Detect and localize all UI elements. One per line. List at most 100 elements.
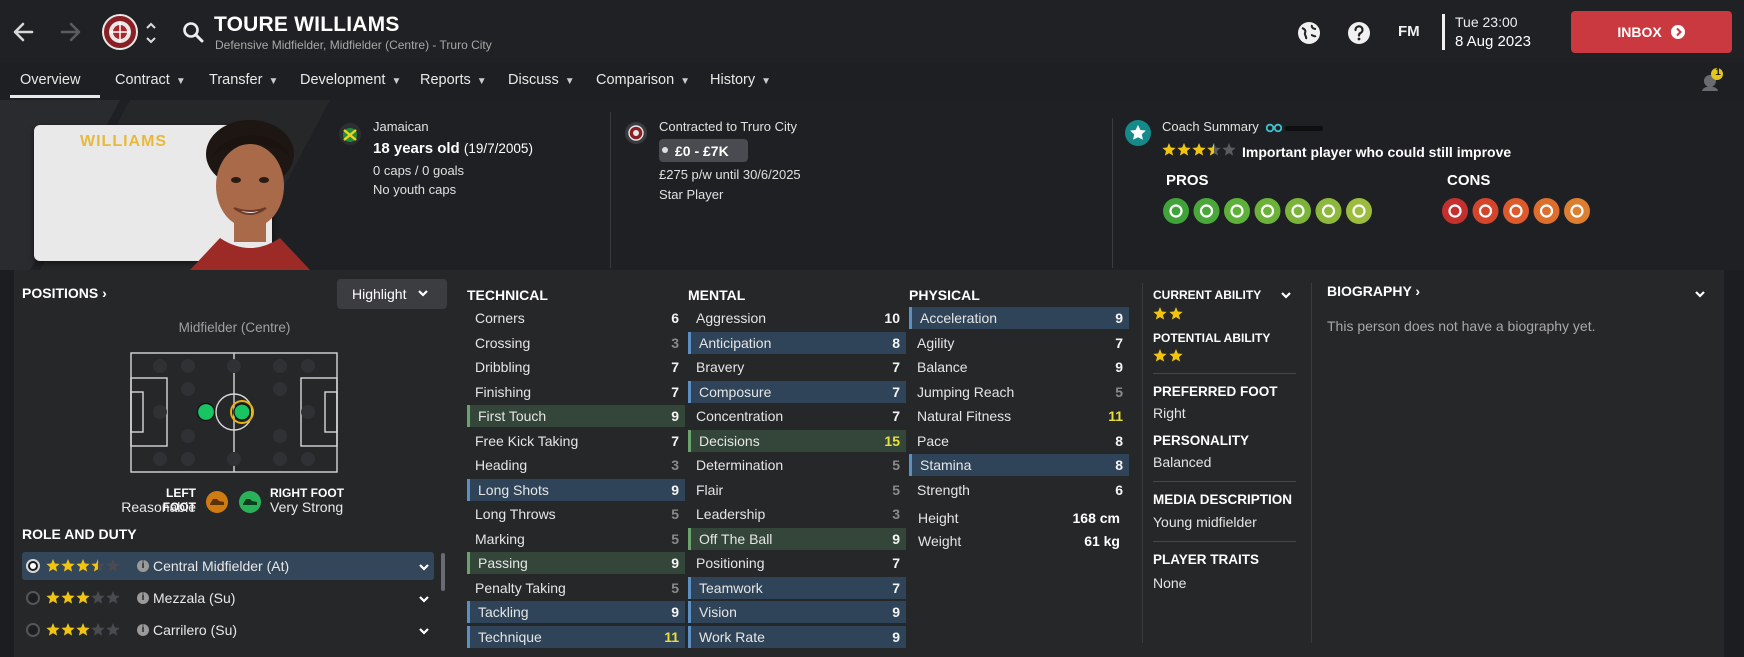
radio-unselected[interactable]: [26, 623, 40, 637]
attribute-row[interactable]: Decisions 15: [688, 429, 906, 452]
tab-label: Reports: [420, 72, 471, 88]
attribute-row[interactable]: Work Rate 9: [688, 625, 906, 648]
attribute-row[interactable]: Flair 5: [688, 479, 906, 501]
chevron-down-icon: ▼: [175, 76, 186, 87]
attribute-value: 7: [1115, 334, 1123, 351]
attribute-row[interactable]: Finishing 7: [467, 381, 685, 403]
scrollbar[interactable]: [441, 553, 445, 591]
chevron-down-icon[interactable]: [418, 561, 430, 573]
attribute-row[interactable]: Penalty Taking 5: [467, 577, 685, 599]
pros-label: PROS: [1166, 172, 1209, 189]
attribute-row[interactable]: Balance 9: [909, 356, 1129, 378]
attribute-row[interactable]: Teamwork 7: [688, 576, 906, 599]
back-arrow-icon[interactable]: [10, 18, 38, 46]
attribute-row[interactable]: Determination 5: [688, 454, 906, 476]
chevron-right-icon: ›: [98, 285, 107, 301]
attribute-row[interactable]: Vision 9: [688, 601, 906, 623]
attribute-row[interactable]: Passing 9: [467, 552, 685, 574]
positions-title[interactable]: POSITIONS ›: [22, 285, 107, 301]
attribute-row[interactable]: Heading 3: [467, 454, 685, 476]
search-icon[interactable]: [182, 21, 204, 43]
role-row[interactable]: i Carrilero (Su): [22, 616, 434, 644]
inbox-button[interactable]: INBOX: [1571, 11, 1732, 53]
attribute-row[interactable]: Pace 8: [909, 430, 1129, 452]
attribute-row[interactable]: Long Shots 9: [467, 478, 685, 501]
tab-history[interactable]: History ▼: [710, 72, 771, 88]
attribute-row[interactable]: Natural Fitness 11: [909, 405, 1129, 427]
chevron-down-icon[interactable]: [418, 593, 430, 605]
club-crest-icon[interactable]: [102, 14, 138, 50]
attribute-value: 5: [671, 506, 679, 522]
tab-development[interactable]: Development ▼: [300, 72, 401, 88]
chevron-down-icon[interactable]: [418, 625, 430, 637]
divider: [1153, 481, 1296, 482]
attribute-row[interactable]: Aggression 10: [688, 307, 906, 329]
physical-title: PHYSICAL: [909, 287, 980, 303]
attribute-value: 3: [671, 457, 679, 473]
height-value: 168 cm: [1072, 510, 1120, 526]
radio-selected[interactable]: [26, 559, 40, 573]
contract-club: Contracted to Truro City: [659, 119, 797, 134]
attribute-row[interactable]: Anticipation 8: [688, 331, 906, 354]
attribute-row[interactable]: Acceleration 9: [909, 307, 1129, 329]
attribute-row[interactable]: Stamina 8: [909, 454, 1129, 476]
attribute-row[interactable]: Technique 11: [467, 625, 685, 648]
attribute-row[interactable]: Crossing 3: [467, 332, 685, 354]
attribute-row[interactable]: First Touch 9: [467, 405, 685, 427]
attribute-row[interactable]: Tackling 9: [467, 601, 685, 623]
info-icon[interactable]: i: [137, 560, 149, 572]
forward-arrow-icon[interactable]: [56, 18, 84, 46]
attribute-row[interactable]: Long Throws 5: [467, 503, 685, 525]
tab-transfer[interactable]: Transfer ▼: [209, 72, 278, 88]
attribute-row[interactable]: Corners 6: [467, 307, 685, 329]
attribute-row[interactable]: Leadership 3: [688, 503, 906, 525]
attribute-row[interactable]: Strength 6: [909, 479, 1129, 501]
coach-rating-stars: [1162, 143, 1238, 159]
attribute-name: Off The Ball: [699, 530, 773, 547]
divider: [610, 112, 611, 268]
role-duty-title: ROLE AND DUTY: [22, 526, 137, 542]
chevron-down-icon[interactable]: [1280, 289, 1292, 301]
globe-icon[interactable]: [1297, 21, 1321, 45]
role-stars: [46, 623, 122, 638]
fm-logo[interactable]: FM: [1398, 23, 1420, 40]
radio-unselected[interactable]: [26, 591, 40, 605]
tab-discuss[interactable]: Discuss ▼: [508, 72, 575, 88]
attribute-value: 8: [892, 334, 900, 351]
attribute-value: 3: [892, 506, 900, 522]
tab-comparison[interactable]: Comparison ▼: [596, 72, 690, 88]
personality-label: PERSONALITY: [1153, 433, 1250, 448]
attribute-row[interactable]: Composure 7: [688, 380, 906, 403]
attribute-row[interactable]: Concentration 7: [688, 405, 906, 427]
attribute-row[interactable]: Dribbling 7: [467, 356, 685, 378]
tab-overview[interactable]: Overview: [20, 72, 80, 88]
attribute-row[interactable]: Bravery 7: [688, 356, 906, 378]
binoculars-icon: [1266, 121, 1282, 133]
chevron-updown-icon[interactable]: [145, 20, 157, 46]
role-stars: [46, 559, 122, 574]
youth-caps: No youth caps: [373, 182, 457, 197]
current-ability-stars: [1153, 307, 1187, 322]
attribute-row[interactable]: Agility 7: [909, 332, 1129, 354]
info-icon[interactable]: i: [137, 624, 149, 636]
attribute-row[interactable]: Free Kick Taking 7: [467, 430, 685, 452]
attribute-name: Concentration: [696, 408, 784, 424]
tab-contract[interactable]: Contract ▼: [115, 72, 186, 88]
chevron-down-icon[interactable]: [1694, 288, 1706, 300]
biography-title[interactable]: BIOGRAPHY ›: [1327, 283, 1420, 299]
attribute-row[interactable]: Off The Ball 9: [688, 527, 906, 550]
help-icon[interactable]: [1347, 21, 1371, 45]
role-name: Central Midfielder (At): [153, 558, 290, 574]
attribute-name: Finishing: [475, 383, 532, 400]
attribute-value: 5: [892, 481, 900, 498]
attribute-value: 9: [671, 408, 679, 424]
attribute-row[interactable]: Jumping Reach 5: [909, 381, 1129, 403]
attribute-row[interactable]: Positioning 7: [688, 552, 906, 574]
info-icon[interactable]: i: [137, 592, 149, 604]
attribute-value: 7: [671, 359, 679, 375]
role-row[interactable]: i Mezzala (Su): [22, 584, 434, 612]
attribute-row[interactable]: Marking 5: [467, 528, 685, 550]
role-row[interactable]: i Central Midfielder (At): [22, 552, 434, 580]
tab-reports[interactable]: Reports ▼: [420, 72, 487, 88]
attribute-name: Long Throws: [475, 506, 556, 522]
